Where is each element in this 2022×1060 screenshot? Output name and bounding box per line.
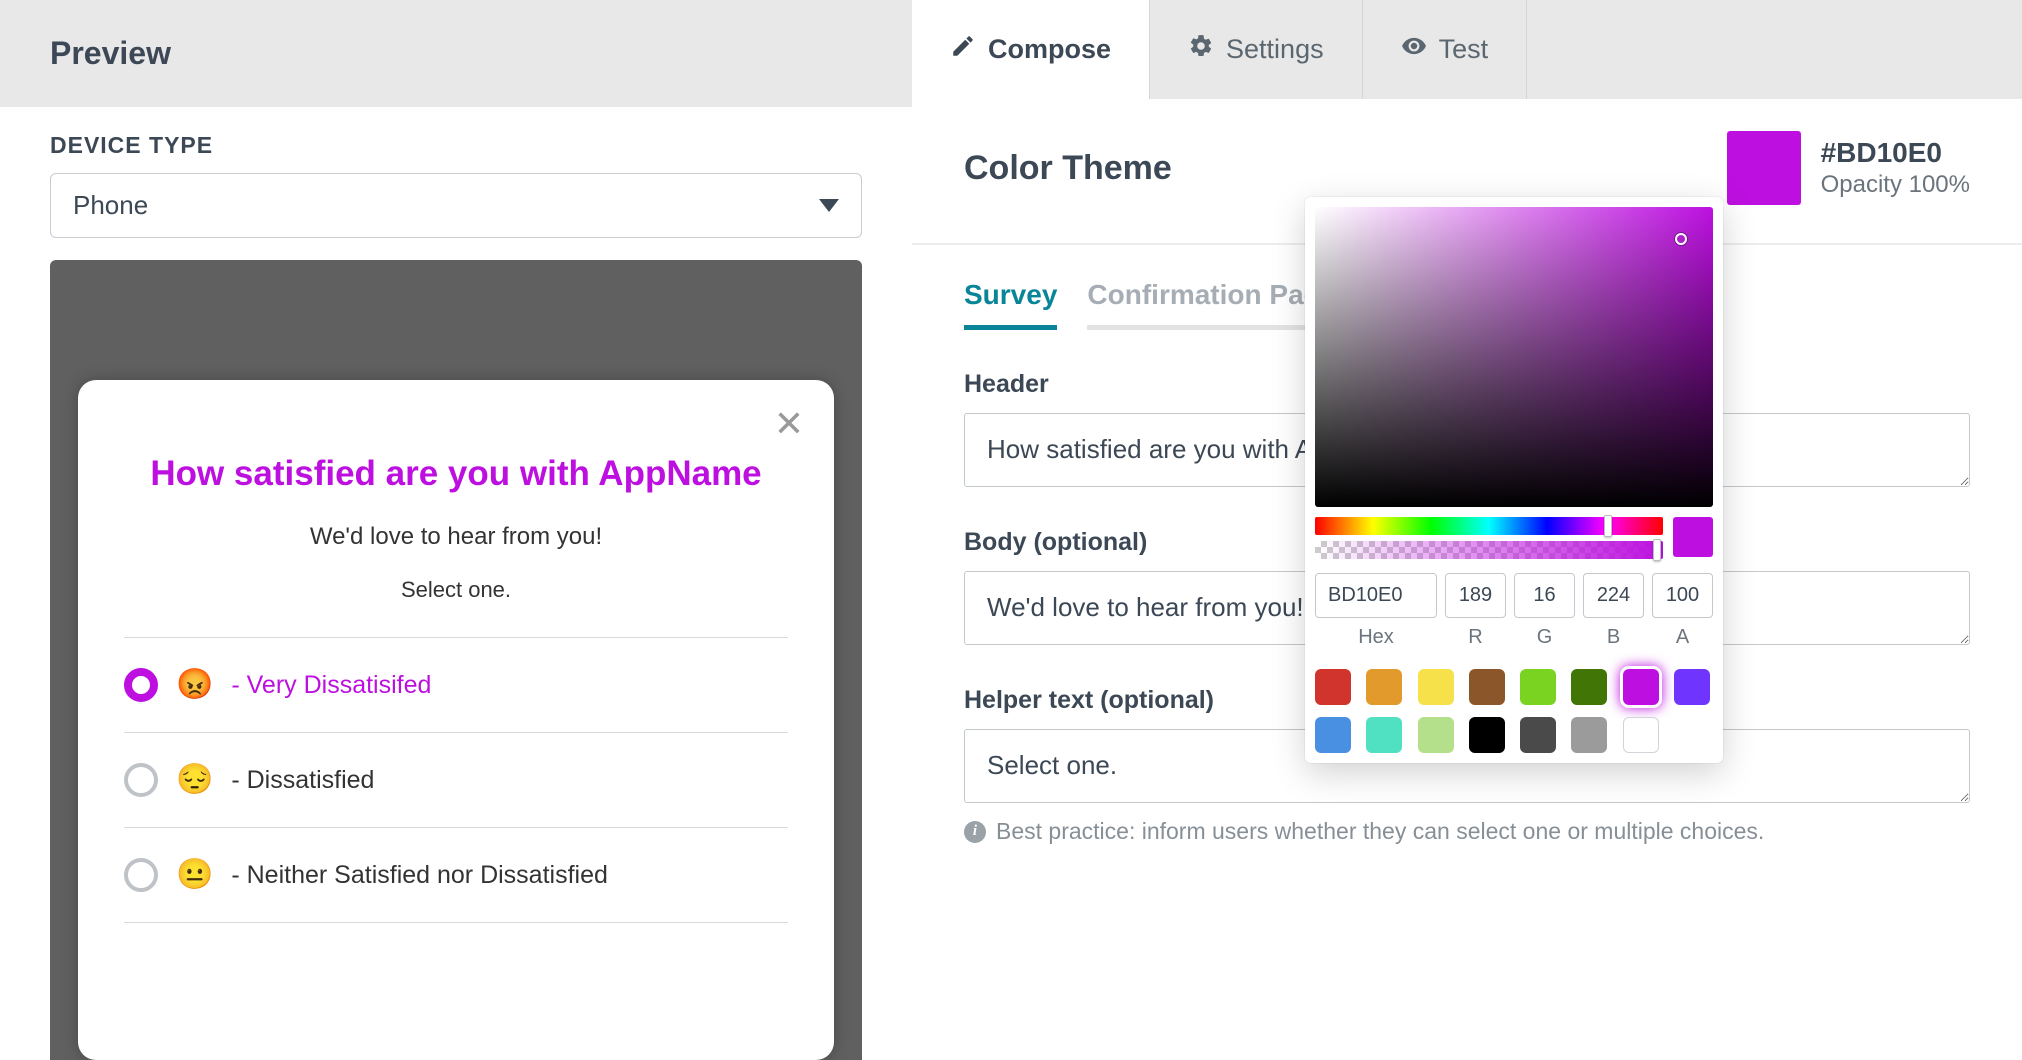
option-label: - Neither Satisfied nor Dissatisfied xyxy=(231,861,608,890)
color-theme-hex: #BD10E0 xyxy=(1821,137,1970,169)
color-theme-opacity: Opacity 100% xyxy=(1821,171,1970,199)
tab-settings[interactable]: Settings xyxy=(1150,0,1363,99)
emoji-icon: 😐 xyxy=(176,860,213,890)
gear-icon xyxy=(1188,33,1214,66)
preview-header: Preview xyxy=(0,0,912,107)
picker-swatch[interactable] xyxy=(1366,717,1402,753)
picker-r-label: R xyxy=(1468,626,1482,649)
device-type-select[interactable]: Phone xyxy=(50,173,862,238)
picker-swatch[interactable] xyxy=(1623,717,1659,753)
alpha-slider[interactable] xyxy=(1315,541,1663,559)
picker-swatch[interactable] xyxy=(1366,669,1402,705)
editor-tabs: Compose Settings Test xyxy=(912,0,2022,99)
picker-hex-label: Hex xyxy=(1358,626,1394,649)
picker-swatch[interactable] xyxy=(1571,669,1607,705)
helper-hint-text: Best practice: inform users whether they… xyxy=(996,818,1764,845)
picker-swatch[interactable] xyxy=(1623,669,1659,705)
preview-title: Preview xyxy=(50,35,862,72)
emoji-icon: 😡 xyxy=(176,670,213,700)
sv-pointer-icon xyxy=(1675,233,1687,245)
picker-r-input[interactable] xyxy=(1445,573,1506,618)
color-theme-title: Color Theme xyxy=(964,149,1172,188)
option-label: - Very Dissatisifed xyxy=(231,671,431,700)
editor-panel: Compose Settings Test Color Theme xyxy=(912,0,2022,1060)
radio-icon xyxy=(124,668,158,702)
picker-swatch[interactable] xyxy=(1571,717,1607,753)
subtab-confirmation[interactable]: Confirmation Page xyxy=(1087,279,1336,330)
device-screen: ✕ How satisfied are you with AppName We'… xyxy=(78,380,834,1060)
picker-current-swatch xyxy=(1673,517,1713,557)
picker-swatch[interactable] xyxy=(1520,717,1556,753)
picker-swatch-grid xyxy=(1315,669,1713,753)
survey-option[interactable]: 😡 - Very Dissatisifed xyxy=(124,637,788,732)
device-type-value: Phone xyxy=(73,190,148,221)
picker-swatch[interactable] xyxy=(1418,669,1454,705)
color-picker-popover: Hex R G B A xyxy=(1305,197,1723,763)
picker-swatch[interactable] xyxy=(1315,669,1351,705)
picker-a-label: A xyxy=(1676,626,1689,649)
picker-swatch[interactable] xyxy=(1469,717,1505,753)
hue-slider[interactable] xyxy=(1315,517,1663,535)
radio-icon xyxy=(124,858,158,892)
picker-b-input[interactable] xyxy=(1583,573,1644,618)
info-icon: i xyxy=(964,821,986,843)
tab-label: Compose xyxy=(988,34,1111,65)
survey-helper-text: Select one. xyxy=(78,577,834,603)
picker-swatch[interactable] xyxy=(1674,669,1710,705)
saturation-value-panel[interactable] xyxy=(1315,207,1713,507)
device-type-label: DEVICE TYPE xyxy=(50,132,862,159)
picker-swatch[interactable] xyxy=(1418,717,1454,753)
color-theme-row: Color Theme #BD10E0 Opacity 100% xyxy=(964,131,1970,205)
picker-a-input[interactable] xyxy=(1652,573,1713,618)
picker-g-input[interactable] xyxy=(1514,573,1575,618)
survey-option[interactable]: 😐 - Neither Satisfied nor Dissatisfied xyxy=(124,827,788,923)
eye-icon xyxy=(1401,33,1427,66)
close-icon[interactable]: ✕ xyxy=(774,406,804,442)
picker-b-label: B xyxy=(1607,626,1620,649)
survey-option[interactable]: 😔 - Dissatisfied xyxy=(124,732,788,827)
emoji-icon: 😔 xyxy=(176,765,213,795)
subtab-survey[interactable]: Survey xyxy=(964,279,1057,330)
picker-hex-input[interactable] xyxy=(1315,573,1437,618)
radio-icon xyxy=(124,763,158,797)
tab-label: Test xyxy=(1439,34,1489,65)
option-label: - Dissatisfied xyxy=(231,766,374,795)
picker-swatch[interactable] xyxy=(1315,717,1351,753)
pencil-icon xyxy=(950,33,976,66)
preview-panel: Preview DEVICE TYPE Phone ✕ How satisfie… xyxy=(0,0,912,1060)
survey-header-text: How satisfied are you with AppName xyxy=(128,450,784,497)
color-theme-swatch[interactable] xyxy=(1727,131,1801,205)
tab-compose[interactable]: Compose xyxy=(912,0,1150,99)
hue-thumb[interactable] xyxy=(1604,515,1612,537)
tab-test[interactable]: Test xyxy=(1363,0,1528,99)
device-frame: ✕ How satisfied are you with AppName We'… xyxy=(50,260,862,1060)
tab-label: Settings xyxy=(1226,34,1324,65)
survey-body-text: We'd love to hear from you! xyxy=(78,523,834,551)
alpha-thumb[interactable] xyxy=(1653,539,1661,561)
picker-swatch[interactable] xyxy=(1469,669,1505,705)
picker-swatch[interactable] xyxy=(1520,669,1556,705)
picker-g-label: G xyxy=(1537,626,1553,649)
chevron-down-icon xyxy=(819,199,839,212)
